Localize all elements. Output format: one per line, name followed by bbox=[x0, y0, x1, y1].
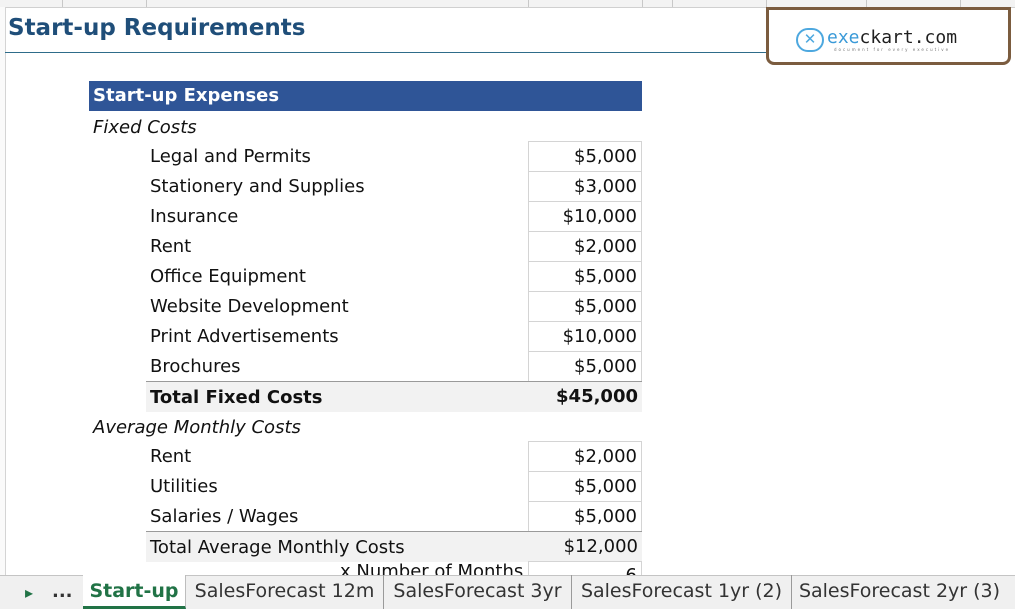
row-value[interactable]: $5,000 bbox=[528, 471, 642, 501]
total-fixed-costs-row[interactable]: Total Fixed Costs $45,000 bbox=[146, 381, 642, 412]
total-value[interactable]: $12,000 bbox=[528, 532, 642, 562]
row-value[interactable]: $3,000 bbox=[528, 171, 642, 201]
fixed-cost-row[interactable]: Brochures $5,000 bbox=[146, 351, 642, 381]
row-label: Print Advertisements bbox=[150, 326, 339, 347]
row-value[interactable]: $5,000 bbox=[528, 141, 642, 171]
row-value[interactable]: $5,000 bbox=[528, 501, 642, 531]
average-monthly-costs-label[interactable]: Average Monthly Costs bbox=[93, 417, 301, 438]
row-value[interactable]: $10,000 bbox=[528, 321, 642, 351]
total-label: Total Average Monthly Costs bbox=[150, 537, 405, 558]
logo-x-icon: ✕ bbox=[796, 28, 824, 52]
title-underline bbox=[5, 52, 770, 53]
tab-start-up[interactable]: Start-up bbox=[83, 575, 186, 609]
row-label: Stationery and Supplies bbox=[150, 176, 365, 197]
logo-tagline: document for every executive bbox=[834, 47, 951, 52]
fixed-cost-row[interactable]: Legal and Permits $5,000 bbox=[146, 141, 642, 171]
row-label: Website Development bbox=[150, 296, 349, 317]
tab-salesforecast-12m[interactable]: SalesForecast 12m bbox=[186, 575, 384, 609]
row-label: Rent bbox=[150, 236, 192, 257]
execkart-logo[interactable]: ✕ execkart.com document for every execut… bbox=[766, 7, 1011, 65]
fixed-cost-row[interactable]: Insurance $10,000 bbox=[146, 201, 642, 231]
scroll-tabs-right-icon[interactable]: ▸ bbox=[25, 583, 33, 602]
fixed-cost-row[interactable]: Stationery and Supplies $3,000 bbox=[146, 171, 642, 201]
monthly-cost-row[interactable]: Utilities $5,000 bbox=[146, 471, 642, 501]
more-tabs-button[interactable]: ... bbox=[52, 581, 73, 602]
tab-salesforecast-3yr[interactable]: SalesForecast 3yr bbox=[384, 575, 572, 609]
tab-salesforecast-1yr-2[interactable]: SalesForecast 1yr (2) bbox=[572, 575, 792, 609]
row-label: Brochures bbox=[150, 356, 241, 377]
row-label: Rent bbox=[150, 446, 192, 467]
row-value[interactable]: $5,000 bbox=[528, 291, 642, 321]
total-average-monthly-costs-row[interactable]: Total Average Monthly Costs $12,000 bbox=[146, 531, 642, 562]
fixed-cost-row[interactable]: Office Equipment $5,000 bbox=[146, 261, 642, 291]
row-label: Utilities bbox=[150, 476, 218, 497]
row-header-gutter bbox=[0, 7, 6, 575]
row-label: Salaries / Wages bbox=[150, 506, 299, 527]
fixed-cost-row[interactable]: Print Advertisements $10,000 bbox=[146, 321, 642, 351]
tab-salesforecast-2yr-3[interactable]: SalesForecast 2yr (3) bbox=[792, 575, 1007, 609]
row-value[interactable]: $2,000 bbox=[528, 441, 642, 471]
sheet-title[interactable]: Start-up Requirements bbox=[8, 15, 305, 41]
monthly-cost-row[interactable]: Rent $2,000 bbox=[146, 441, 642, 471]
monthly-cost-row[interactable]: Salaries / Wages $5,000 bbox=[146, 501, 642, 531]
total-value[interactable]: $45,000 bbox=[528, 382, 642, 412]
sheet-tab-bar: ▸ ... Start-up SalesForecast 12m SalesFo… bbox=[0, 575, 1015, 609]
row-value[interactable]: $2,000 bbox=[528, 231, 642, 261]
fixed-cost-row[interactable]: Website Development $5,000 bbox=[146, 291, 642, 321]
row-label: Legal and Permits bbox=[150, 146, 311, 167]
total-label: Total Fixed Costs bbox=[150, 387, 323, 408]
logo-text: execkart.com bbox=[827, 27, 958, 48]
fixed-cost-row[interactable]: Rent $2,000 bbox=[146, 231, 642, 261]
row-value[interactable]: $5,000 bbox=[528, 261, 642, 291]
row-value[interactable]: $5,000 bbox=[528, 351, 642, 381]
row-label: Office Equipment bbox=[150, 266, 306, 287]
fixed-costs-label[interactable]: Fixed Costs bbox=[93, 117, 197, 138]
start-up-expenses-header[interactable]: Start-up Expenses bbox=[89, 81, 642, 111]
row-value[interactable]: $10,000 bbox=[528, 201, 642, 231]
row-label: Insurance bbox=[150, 206, 239, 227]
